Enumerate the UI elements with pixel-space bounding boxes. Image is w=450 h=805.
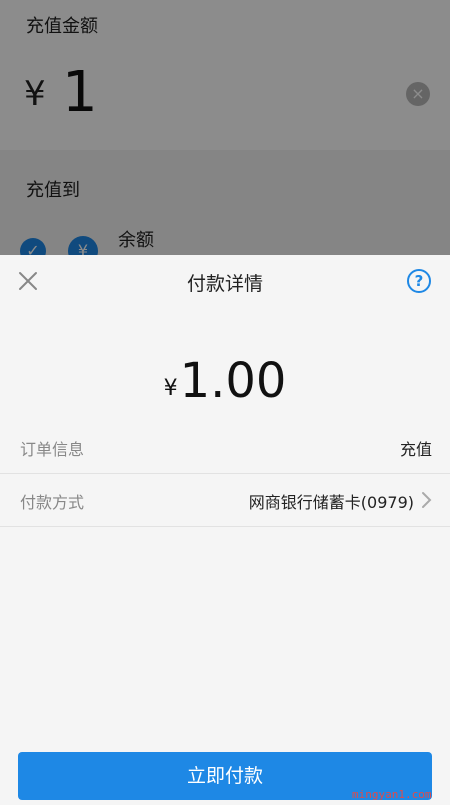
sheet-title: 付款详情	[186, 273, 263, 295]
order-info-label: 订单信息	[20, 440, 85, 459]
payment-amount: ¥1.00	[0, 353, 450, 409]
order-info-value: 充值	[399, 440, 432, 459]
payment-method-label: 付款方式	[20, 493, 85, 512]
sheet-header: 付款详情 ?	[0, 255, 450, 307]
payment-details-sheet: 付款详情 ? ¥1.00 订单信息 充值 付款方式 网商银行储蓄卡(0979) …	[0, 255, 450, 805]
chevron-right-icon[interactable]	[420, 491, 432, 509]
amount-currency: ¥	[163, 376, 178, 401]
order-info-row: 订单信息 充值	[0, 422, 450, 474]
help-icon[interactable]: ?	[407, 269, 431, 293]
payment-method-value[interactable]: 网商银行储蓄卡(0979)	[249, 489, 414, 513]
watermark: mingyan1.com	[352, 788, 432, 801]
payment-method-row[interactable]: 付款方式 网商银行储蓄卡(0979)	[0, 475, 450, 527]
amount-value: 1.00	[179, 353, 287, 409]
